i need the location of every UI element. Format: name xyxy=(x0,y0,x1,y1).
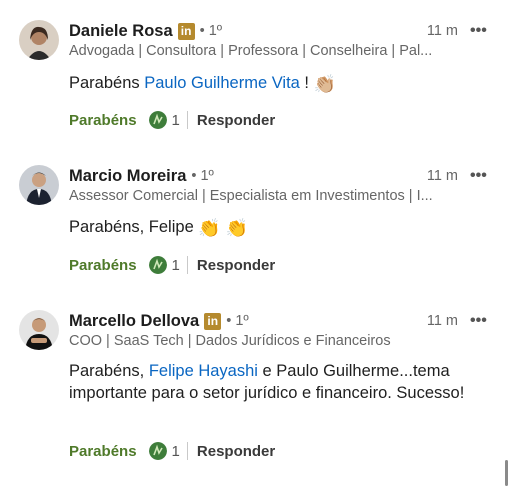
avatar[interactable] xyxy=(19,20,59,60)
author-name[interactable]: Daniele Rosa xyxy=(69,22,173,41)
avatar[interactable] xyxy=(19,310,59,350)
reply-button[interactable]: Responder xyxy=(197,443,275,460)
reaction-count: 1 xyxy=(171,256,180,274)
linkedin-badge-icon: in xyxy=(177,22,195,40)
divider xyxy=(186,442,188,460)
connection-degree: • 1º xyxy=(191,168,214,184)
more-options-icon[interactable]: ••• xyxy=(470,21,487,45)
reaction-label[interactable]: Parabéns xyxy=(69,257,137,274)
more-options-icon[interactable]: ••• xyxy=(470,166,487,190)
clapping-hands-emoji: 👏🏼 xyxy=(313,74,337,94)
comment-text: Parabéns, Felipe Hayashi e Paulo Guilher… xyxy=(69,362,465,402)
timestamp: 11 m xyxy=(426,23,458,39)
reaction-label[interactable]: Parabéns xyxy=(69,112,137,129)
comment-text: Parabéns Paulo Guilherme Vita ! 👏🏼 xyxy=(69,74,337,94)
clapping-hands-emoji: 👏 👏 xyxy=(198,218,249,238)
author-headline: Assessor Comercial | Especialista em Inv… xyxy=(69,188,433,204)
timestamp: 11 m xyxy=(426,168,458,184)
avatar[interactable] xyxy=(19,165,59,205)
mention-link[interactable]: Paulo Guilherme Vita xyxy=(144,74,300,92)
mention-link[interactable]: Felipe Hayashi xyxy=(149,362,258,380)
more-options-icon[interactable]: ••• xyxy=(470,311,487,335)
author-name[interactable]: Marcio Moreira xyxy=(69,167,186,186)
author-headline: COO | SaaS Tech | Dados Jurídicos e Fina… xyxy=(69,333,391,349)
reaction-count: 1 xyxy=(171,442,180,460)
celebrate-reaction-icon xyxy=(148,256,167,274)
celebrate-reaction-icon xyxy=(148,111,167,129)
comment-text: Parabéns, Felipe 👏 👏 xyxy=(69,218,249,238)
reaction-label[interactable]: Parabéns xyxy=(69,443,137,460)
scrollbar[interactable] xyxy=(505,460,508,486)
author-name[interactable]: Marcello Dellova xyxy=(69,312,199,331)
reaction-count: 1 xyxy=(171,111,180,129)
linkedin-badge-icon: in xyxy=(204,312,222,330)
divider xyxy=(186,111,188,129)
connection-degree: • 1º xyxy=(199,23,223,39)
celebrate-reaction-icon xyxy=(148,442,167,460)
timestamp: 11 m xyxy=(426,313,458,329)
author-headline: Advogada | Consultora | Professora | Con… xyxy=(69,43,433,59)
connection-degree: • 1º xyxy=(226,313,249,329)
divider xyxy=(186,256,188,274)
reply-button[interactable]: Responder xyxy=(197,112,275,129)
reply-button[interactable]: Responder xyxy=(197,257,275,274)
